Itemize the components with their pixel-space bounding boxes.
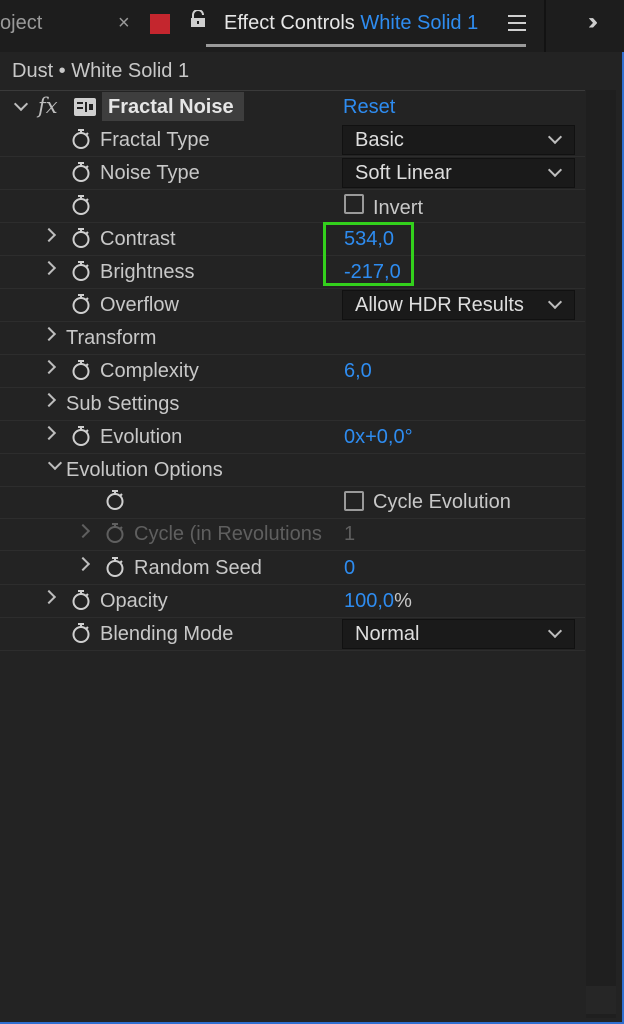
chevron-right-icon (75, 523, 91, 539)
property-row-brightness: Brightness -217,0 (0, 255, 585, 289)
stopwatch-icon[interactable] (72, 590, 90, 610)
effect-name[interactable]: Fractal Noise (108, 96, 234, 119)
complexity-value[interactable]: 6,0 (344, 360, 372, 383)
property-label: Complexity (100, 360, 199, 382)
opacity-number: 100,0 (344, 590, 395, 612)
reset-link[interactable]: Reset (343, 96, 395, 119)
stopwatch-icon[interactable] (72, 195, 90, 215)
random-seed-value[interactable]: 0 (344, 557, 355, 580)
stopwatch-icon[interactable] (72, 228, 90, 248)
stopwatch-icon[interactable] (72, 360, 90, 380)
stopwatch-icon[interactable] (106, 557, 124, 577)
tab-bar: oject × Effect Controls White Solid 1 ›› (0, 0, 624, 52)
chevron-down-icon (547, 623, 563, 639)
double-chevron-right-icon[interactable]: ›› (588, 8, 598, 36)
noise-type-dropdown[interactable]: Soft Linear (342, 158, 575, 188)
label-color-swatch (150, 14, 170, 34)
divider (0, 90, 585, 91)
vertical-scrollbar[interactable] (586, 90, 616, 1018)
scrollbar-corner (586, 986, 616, 1014)
blending-mode-dropdown[interactable]: Normal (342, 619, 575, 649)
dropdown-value: Allow HDR Results (355, 294, 524, 316)
tab-project[interactable]: oject (0, 12, 42, 35)
chevron-down-icon (547, 129, 563, 145)
dropdown-value: Basic (355, 129, 404, 151)
property-label: Evolution (100, 426, 183, 448)
property-label: Noise Type (100, 162, 200, 184)
dropdown-value: Soft Linear (355, 162, 452, 184)
chevron-right-icon[interactable] (41, 359, 57, 375)
property-label: Fractal Type (100, 129, 210, 151)
tab-separator (544, 0, 546, 52)
property-label: Overflow (100, 294, 179, 316)
chevron-right-icon[interactable] (41, 589, 57, 605)
fx-toggle-icon[interactable]: fx (38, 94, 58, 118)
property-row-complexity: Complexity 6,0 (0, 354, 585, 388)
dropdown-value: Normal (355, 623, 420, 645)
chevron-right-icon[interactable] (41, 326, 57, 342)
breadcrumb: Dust • White Solid 1 (12, 60, 190, 82)
tab-title-layer: White Solid 1 (360, 12, 479, 34)
tab-effect-controls[interactable]: Effect Controls White Solid 1 (224, 12, 478, 35)
property-row-fractal-type: Fractal Type Basic (0, 123, 585, 157)
chevron-down-icon (547, 162, 563, 178)
opacity-value[interactable]: 100,0% (344, 590, 412, 613)
cycle-revolutions-value: 1 (344, 523, 356, 545)
property-label: Contrast (100, 228, 176, 250)
property-row-cycle-evolution: Cycle Evolution (0, 486, 585, 519)
opacity-unit: % (394, 590, 412, 612)
stopwatch-icon[interactable] (72, 294, 90, 314)
invert-checkbox[interactable] (344, 194, 364, 214)
property-row-contrast: Contrast 534,0 (0, 222, 585, 256)
property-row-opacity: Opacity 100,0% (0, 584, 585, 618)
group-label: Evolution Options (66, 459, 223, 481)
tab-title-prefix: Effect Controls (224, 12, 355, 34)
invert-label: Invert (373, 197, 424, 219)
chevron-right-icon[interactable] (41, 260, 57, 276)
stopwatch-icon[interactable] (106, 490, 124, 510)
property-label: Opacity (100, 590, 168, 612)
cycle-evolution-checkbox[interactable] (344, 491, 364, 511)
chevron-down-icon (547, 294, 563, 310)
stopwatch-icon[interactable] (72, 162, 90, 182)
chevron-right-icon[interactable] (41, 227, 57, 243)
close-icon[interactable]: × (118, 12, 130, 35)
stopwatch-icon[interactable] (72, 129, 90, 149)
stopwatch-icon (106, 523, 124, 543)
property-label: Brightness (100, 261, 195, 283)
property-row-invert: Invert (0, 189, 585, 223)
active-tab-indicator (206, 44, 526, 47)
stopwatch-icon[interactable] (72, 426, 90, 446)
stopwatch-icon[interactable] (72, 623, 90, 643)
property-label: Blending Mode (100, 623, 234, 645)
property-row-random-seed: Random Seed 0 (0, 551, 585, 585)
effect-preset-icon (74, 98, 96, 116)
property-row-noise-type: Noise Type Soft Linear (0, 156, 585, 190)
annotation-highlight-box (323, 222, 414, 286)
hamburger-menu-icon[interactable] (508, 15, 526, 31)
overflow-dropdown[interactable]: Allow HDR Results (342, 290, 575, 320)
property-group-transform: Transform (0, 321, 585, 355)
cycle-evolution-label: Cycle Evolution (373, 491, 511, 513)
chevron-right-icon[interactable] (41, 425, 57, 441)
property-label: Random Seed (134, 557, 262, 579)
evolution-value[interactable]: 0x+0,0° (344, 426, 413, 449)
chevron-down-icon[interactable] (47, 455, 63, 471)
property-group-sub-settings: Sub Settings (0, 387, 585, 421)
property-label: Cycle (in Revolutions (134, 523, 322, 545)
lock-icon[interactable] (190, 10, 206, 28)
group-label: Transform (66, 327, 157, 349)
property-group-evolution-options: Evolution Options (0, 453, 585, 487)
chevron-right-icon[interactable] (41, 392, 57, 408)
chevron-right-icon[interactable] (75, 556, 91, 572)
fractal-type-dropdown[interactable]: Basic (342, 125, 575, 155)
property-row-cycle-revolutions: Cycle (in Revolutions 1 (0, 519, 585, 551)
group-label: Sub Settings (66, 393, 180, 415)
property-row-evolution: Evolution 0x+0,0° (0, 420, 585, 454)
property-row-overflow: Overflow Allow HDR Results (0, 288, 585, 322)
stopwatch-icon[interactable] (72, 261, 90, 281)
property-row-blending-mode: Blending Mode Normal (0, 617, 585, 651)
